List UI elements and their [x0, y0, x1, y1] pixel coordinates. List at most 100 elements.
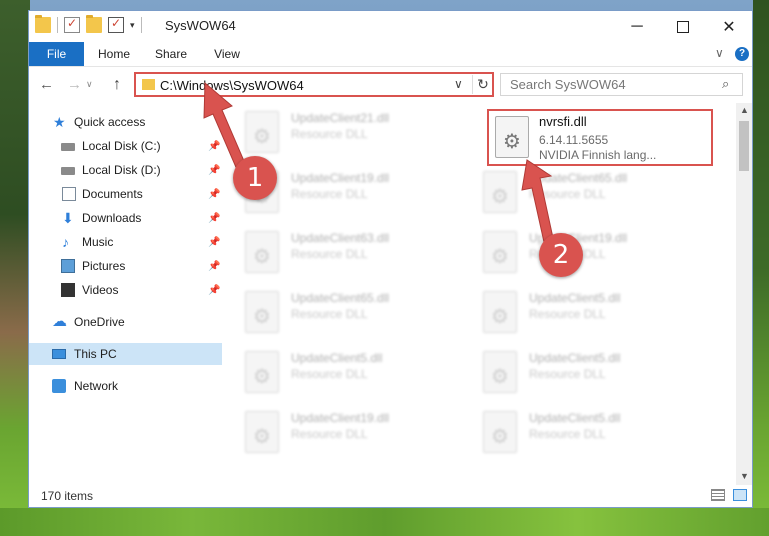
sidebar-item-label: Network	[74, 379, 119, 393]
sidebar-item-music[interactable]: ♪ Music 📌	[29, 231, 222, 253]
address-path[interactable]: C:\Windows\SysWOW64	[160, 78, 304, 93]
quick-access-toolbar: ▾	[35, 15, 142, 33]
file-name: UpdateClient5.dll	[529, 411, 621, 425]
file-item[interactable]: UpdateClient65.dll Resource DLL	[473, 163, 703, 219]
file-description: Resource DLL	[291, 307, 368, 321]
sidebar-item-local-disk-d[interactable]: Local Disk (D:) 📌	[29, 159, 222, 181]
desktop-background-bottom	[0, 508, 769, 536]
file-item[interactable]: UpdateClient19.dll Resource DLL	[235, 403, 465, 459]
highlighted-file-item[interactable]: nvrsfi.dll 6.14.11.5655 NVIDIA Finnish l…	[487, 109, 713, 166]
file-name: UpdateClient65.dll	[529, 171, 628, 185]
file-name: UpdateClient5.dll	[529, 291, 621, 305]
pin-icon[interactable]: 📌	[208, 141, 220, 152]
sidebar-item-label: Documents	[82, 187, 143, 201]
minimize-icon: ─	[631, 17, 643, 35]
tab-home[interactable]: Home	[90, 42, 138, 66]
search-input[interactable]: Search SysWOW64 ⌕	[500, 73, 743, 96]
sidebar-item-pictures[interactable]: Pictures 📌	[29, 255, 222, 277]
tab-view[interactable]: View	[204, 42, 250, 66]
scroll-down-icon[interactable]: ▼	[740, 471, 749, 481]
star-icon: ★	[53, 114, 66, 130]
file-description: Resource DLL	[291, 427, 368, 441]
file-list: UpdateClient21.dll Resource DLL UpdateCl…	[235, 103, 739, 485]
desktop-background-right	[753, 0, 769, 536]
file-item[interactable]: UpdateClient19.dll Resource DLL	[473, 223, 703, 279]
sidebar-item-quick-access[interactable]: ★ Quick access	[29, 111, 222, 133]
pin-icon[interactable]: 📌	[208, 285, 220, 296]
sidebar-item-local-disk-c[interactable]: Local Disk (C:) 📌	[29, 135, 222, 157]
expand-ribbon-icon[interactable]: ∨	[715, 46, 724, 60]
sidebar-item-videos[interactable]: Videos 📌	[29, 279, 222, 301]
tab-file[interactable]: File	[29, 42, 84, 66]
file-item[interactable]: UpdateClient63.dll Resource DLL	[235, 223, 465, 279]
details-view-icon[interactable]	[711, 489, 725, 501]
file-description: Resource DLL	[529, 427, 606, 441]
file-name: UpdateClient5.dll	[529, 351, 621, 365]
file-item[interactable]: UpdateClient65.dll Resource DLL	[235, 283, 465, 339]
dll-file-icon	[483, 411, 517, 453]
tab-share[interactable]: Share	[148, 42, 194, 66]
recent-locations-icon[interactable]: ∨	[86, 79, 93, 90]
file-item[interactable]: UpdateClient5.dll Resource DLL	[473, 343, 703, 399]
navigation-pane: ★ Quick access Local Disk (C:) 📌 Local D…	[29, 103, 222, 485]
address-bar[interactable]: C:\Windows\SysWOW64 ∨ ↻	[134, 72, 494, 97]
sidebar-item-network[interactable]: Network	[29, 375, 222, 397]
folder-icon	[35, 15, 51, 33]
step-1-callout: 1	[233, 156, 277, 200]
file-item[interactable]: UpdateClient5.dll Resource DLL	[473, 283, 703, 339]
vertical-scrollbar[interactable]: ▲ ▼	[736, 103, 752, 485]
title-bar: ▾ SysWOW64 ─ ✕	[29, 11, 752, 42]
file-item[interactable]: UpdateClient21.dll Resource DLL	[235, 103, 465, 159]
large-icons-view-icon[interactable]	[733, 489, 747, 501]
sidebar-item-label: Local Disk (D:)	[82, 163, 161, 177]
file-name: UpdateClient21.dll	[291, 111, 390, 125]
sidebar-item-label: Music	[82, 235, 114, 249]
file-description: Resource DLL	[529, 367, 606, 381]
file-name: UpdateClient19.dll	[291, 171, 390, 185]
pin-icon[interactable]: 📌	[208, 189, 220, 200]
pin-icon[interactable]: 📌	[208, 237, 220, 248]
file-item[interactable]: UpdateClient5.dll Resource DLL	[473, 403, 703, 459]
pin-icon[interactable]: 📌	[208, 261, 220, 272]
qat-dropdown-icon[interactable]: ▾	[130, 20, 135, 31]
address-dropdown-icon[interactable]: ∨	[454, 77, 463, 91]
pin-icon[interactable]: 📌	[208, 213, 220, 224]
file-description: Resource DLL	[291, 127, 368, 141]
dll-file-icon	[483, 351, 517, 393]
folder-icon	[142, 79, 155, 90]
navigation-bar: ← → ∨ ↑ C:\Windows\SysWOW64 ∨ ↻ Search S…	[29, 67, 752, 102]
customize-icon[interactable]	[108, 16, 124, 33]
dll-file-icon	[495, 116, 529, 158]
maximize-button[interactable]	[660, 11, 706, 42]
downloads-icon: ⬇	[62, 210, 74, 226]
sidebar-item-downloads[interactable]: ⬇ Downloads 📌	[29, 207, 222, 229]
sidebar-item-documents[interactable]: Documents 📌	[29, 183, 222, 205]
music-icon: ♪	[62, 234, 69, 250]
close-icon: ✕	[722, 18, 736, 36]
file-name: UpdateClient19.dll	[291, 411, 390, 425]
step-2-callout: 2	[539, 233, 583, 277]
help-icon[interactable]: ?	[735, 47, 749, 61]
file-item[interactable]: UpdateClient5.dll Resource DLL	[235, 343, 465, 399]
search-icon[interactable]: ⌕	[722, 76, 729, 92]
up-arrow-icon[interactable]: ↑	[113, 76, 121, 94]
sidebar-item-onedrive[interactable]: ☁ OneDrive	[29, 311, 222, 333]
forward-arrow-icon[interactable]: →	[67, 76, 82, 93]
pin-icon[interactable]: 📌	[208, 165, 220, 176]
dll-file-icon	[245, 231, 279, 273]
close-button[interactable]: ✕	[706, 11, 752, 42]
dll-file-icon	[245, 351, 279, 393]
file-name: nvrsfi.dll	[539, 114, 587, 129]
dll-file-icon	[483, 171, 517, 213]
refresh-icon[interactable]: ↻	[472, 75, 493, 94]
minimize-button[interactable]: ─	[614, 11, 660, 42]
properties-icon[interactable]	[64, 16, 80, 33]
back-arrow-icon[interactable]: ←	[39, 76, 54, 93]
scroll-up-icon[interactable]: ▲	[740, 105, 749, 115]
scroll-thumb[interactable]	[739, 121, 749, 171]
network-icon	[52, 379, 66, 393]
new-folder-icon[interactable]	[86, 15, 102, 33]
sidebar-item-this-pc[interactable]: This PC	[29, 343, 222, 365]
onedrive-icon: ☁	[52, 313, 67, 330]
drive-icon	[61, 167, 75, 175]
